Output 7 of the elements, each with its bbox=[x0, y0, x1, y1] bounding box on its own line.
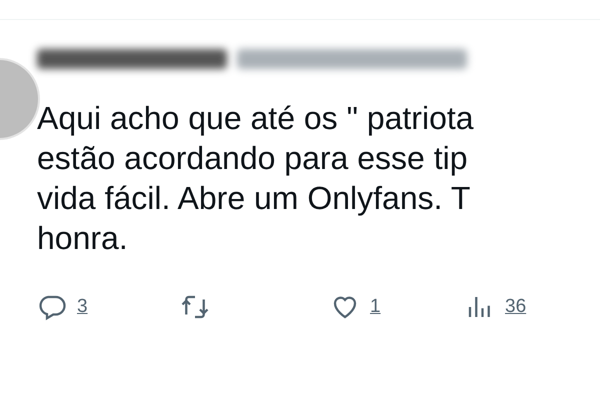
tweet-text-line: honra. bbox=[37, 219, 129, 258]
action-count[interactable]: 36 bbox=[505, 296, 526, 318]
tweet-text-line: vida fácil. Abre um Onlyfans. T bbox=[37, 179, 472, 218]
action-count[interactable]: 1 bbox=[370, 296, 381, 318]
tweet-text-line: Aqui acho que até os " patriota bbox=[37, 99, 475, 138]
action-count[interactable]: 3 bbox=[77, 296, 88, 318]
tweet-text-line: estão acordando para esse tip bbox=[37, 139, 469, 178]
